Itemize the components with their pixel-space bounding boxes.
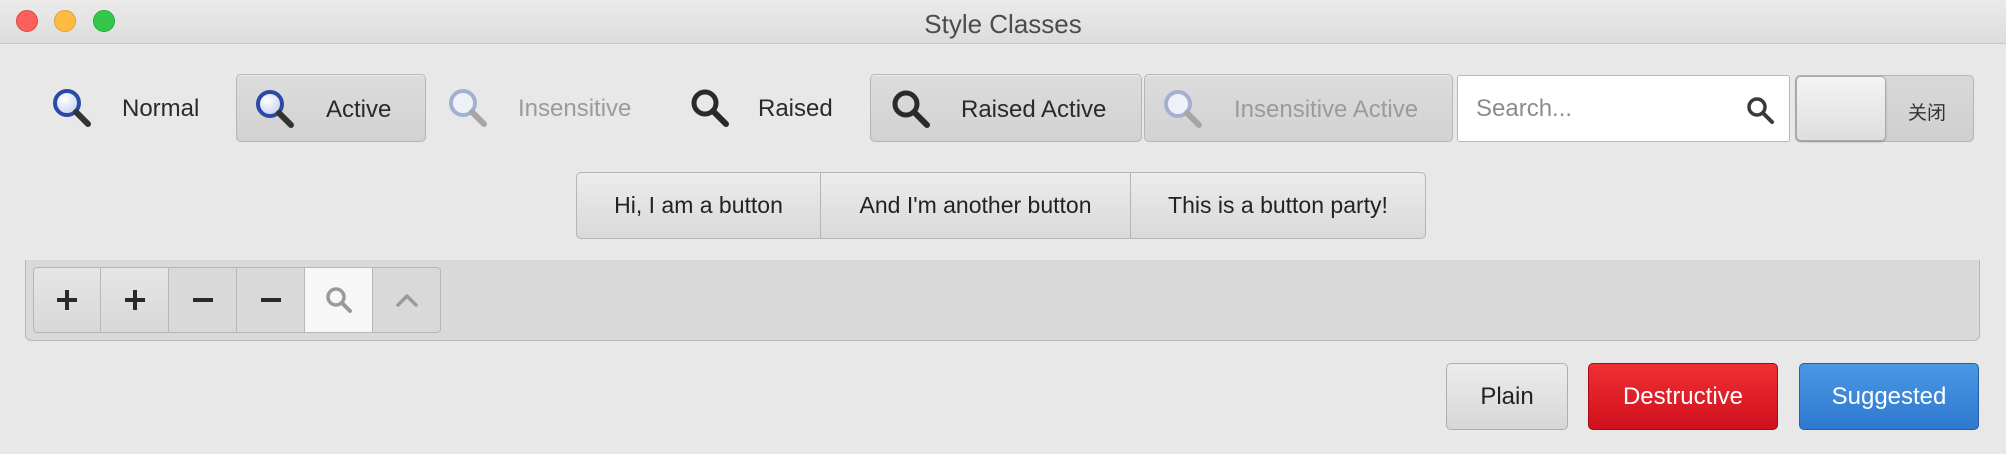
minus-icon — [260, 298, 281, 302]
title-bar: Style Classes — [0, 0, 2006, 44]
add-button[interactable] — [33, 267, 101, 333]
search-input[interactable] — [1474, 88, 1738, 130]
button-party-button[interactable]: This is a button party! — [1131, 172, 1426, 239]
toolbar-label-raised-active: Raised Active — [961, 96, 1107, 123]
toolbar-label-active: Active — [326, 96, 392, 123]
minus-icon — [192, 298, 213, 302]
switch-knob[interactable] — [1796, 76, 1886, 141]
search-icon — [449, 89, 487, 127]
plus-icon — [57, 290, 77, 310]
toolbar-button-insensitive-active[interactable]: Insensitive Active — [1144, 74, 1453, 142]
search-icon — [325, 287, 352, 313]
plus-icon — [124, 290, 145, 310]
another-button[interactable]: And I'm another button — [821, 172, 1131, 239]
add-button-raised[interactable] — [101, 267, 169, 333]
search-icon — [1164, 90, 1202, 128]
app-window: Style Classes Normal Active Insensitive … — [0, 0, 2006, 454]
toolbar-button-active[interactable]: Active — [236, 74, 426, 142]
toggle-switch[interactable]: 关闭 — [1795, 75, 1974, 142]
remove-button[interactable] — [169, 267, 237, 333]
chevron-up-icon — [395, 294, 418, 307]
toolbar-button-insensitive[interactable]: Insensitive — [430, 74, 650, 142]
toolbar-button-normal[interactable]: Normal — [36, 74, 216, 142]
search-icon[interactable] — [1745, 95, 1775, 125]
search-icon — [892, 90, 930, 128]
remove-button-raised[interactable] — [237, 267, 305, 333]
search-icon — [691, 89, 729, 127]
go-up-button[interactable] — [373, 267, 441, 333]
search-field[interactable] — [1457, 75, 1790, 142]
search-icon — [53, 89, 91, 127]
suggested-button[interactable]: Suggested — [1799, 363, 1979, 430]
destructive-button[interactable]: Destructive — [1588, 363, 1778, 430]
find-button[interactable] — [305, 267, 373, 333]
toolbar-label-insensitive-active: Insensitive Active — [1234, 96, 1419, 123]
plain-button[interactable]: Plain — [1446, 363, 1568, 430]
search-icon — [256, 90, 294, 128]
hi-button[interactable]: Hi, I am a button — [576, 172, 821, 239]
toolbar-button-raised[interactable]: Raised — [670, 74, 845, 142]
inline-toolbar — [25, 260, 1980, 341]
linked-button-group: Hi, I am a button And I'm another button… — [576, 172, 1426, 239]
toolbar-button-raised-active[interactable]: Raised Active — [870, 74, 1142, 142]
toolbar-label-normal: Normal — [122, 95, 200, 122]
window-title: Style Classes — [924, 9, 1082, 39]
toolbar-label-raised: Raised — [758, 95, 833, 122]
switch-state-label: 关闭 — [1908, 102, 1947, 124]
inline-toolbar-button-group — [33, 267, 441, 333]
toolbar-label-insensitive: Insensitive — [518, 95, 632, 122]
